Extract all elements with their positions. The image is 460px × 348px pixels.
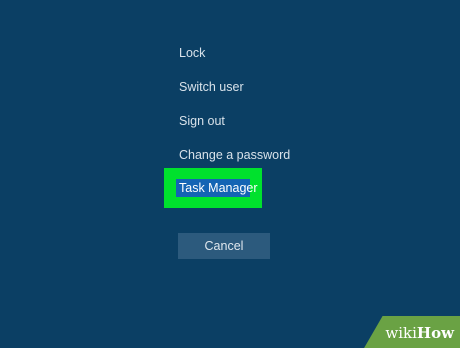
change-password-option[interactable]: Change a password: [179, 147, 290, 163]
lock-option[interactable]: Lock: [179, 45, 205, 61]
sign-out-option[interactable]: Sign out: [179, 113, 225, 129]
security-options-screen: Lock Switch user Sign out Change a passw…: [0, 0, 460, 348]
watermark-text: wikiHow: [385, 324, 454, 342]
switch-user-option[interactable]: Switch user: [179, 79, 244, 95]
watermark-how: How: [416, 324, 454, 342]
watermark-wiki: wiki: [385, 324, 417, 342]
wikihow-watermark: wikiHow: [360, 316, 460, 348]
task-manager-option[interactable]: Task Manager: [176, 179, 258, 197]
cancel-button[interactable]: Cancel: [178, 233, 270, 259]
